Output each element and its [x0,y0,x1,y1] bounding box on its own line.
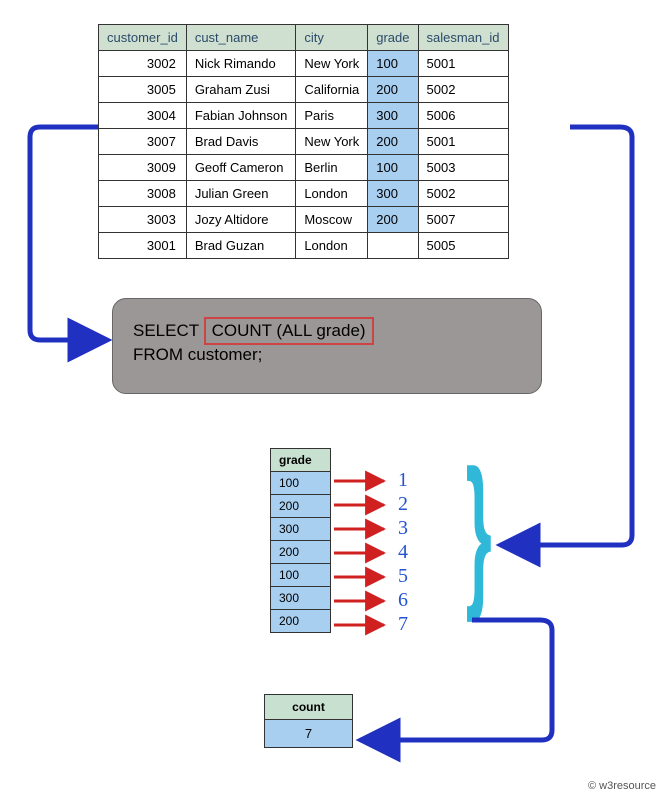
cell-city: London [296,181,368,207]
cell-id: 3004 [99,103,187,129]
cell-name: Graham Zusi [186,77,296,103]
grade-cell: 300 [271,587,331,610]
cell-city: Paris [296,103,368,129]
grade-cell: 300 [271,518,331,541]
cell-sid: 5002 [418,77,508,103]
table-row: 3009Geoff CameronBerlin1005003 [99,155,509,181]
cell-sid: 5005 [418,233,508,259]
col-city: city [296,25,368,51]
cell-name: Nick Rimando [186,51,296,77]
table-row: 3002Nick RimandoNew York1005001 [99,51,509,77]
cell-grade: 100 [368,51,418,77]
cell-city: London [296,233,368,259]
cell-id: 3005 [99,77,187,103]
cell-grade: 200 [368,129,418,155]
cell-id: 3007 [99,129,187,155]
table-row: 3003Jozy AltidoreMoscow2005007 [99,207,509,233]
brace-icon: } [466,433,492,626]
cell-name: Geoff Cameron [186,155,296,181]
cell-id: 3002 [99,51,187,77]
cell-id: 3008 [99,181,187,207]
col-customer-id: customer_id [99,25,187,51]
cell-name: Brad Davis [186,129,296,155]
table-row: 3004Fabian JohnsonParis3005006 [99,103,509,129]
table-row: 3007Brad DavisNew York2005001 [99,129,509,155]
cell-id: 3001 [99,233,187,259]
cell-grade: 300 [368,103,418,129]
cell-sid: 5006 [418,103,508,129]
cell-city: Moscow [296,207,368,233]
cell-sid: 5001 [418,129,508,155]
table-row: 3005Graham ZusiCalifornia2005002 [99,77,509,103]
count-number: 3 [398,517,408,540]
cell-sid: 5002 [418,181,508,207]
grade-header: grade [271,449,331,472]
grade-column-table: grade 100200300200100300200 [270,448,331,633]
cell-grade [368,233,418,259]
grade-cell: 200 [271,541,331,564]
cell-sid: 5007 [418,207,508,233]
count-number: 1 [398,469,408,492]
cell-grade: 100 [368,155,418,181]
count-number: 4 [398,541,408,564]
cell-city: California [296,77,368,103]
count-value: 7 [265,720,353,748]
cell-name: Julian Green [186,181,296,207]
cell-grade: 300 [368,181,418,207]
count-number: 2 [398,493,408,516]
grade-cell: 100 [271,564,331,587]
cell-city: Berlin [296,155,368,181]
cell-id: 3003 [99,207,187,233]
count-number: 7 [398,613,408,636]
count-number: 5 [398,565,408,588]
count-result-table: count 7 [264,694,353,748]
cell-name: Fabian Johnson [186,103,296,129]
grade-cell: 200 [271,610,331,633]
cell-city: New York [296,51,368,77]
cell-id: 3009 [99,155,187,181]
col-grade: grade [368,25,418,51]
sql-query-box: SELECT COUNT (ALL grade) FROM customer; [112,298,542,394]
count-header: count [265,695,353,720]
sql-count-highlight: COUNT (ALL grade) [204,317,374,345]
customer-table: customer_id cust_name city grade salesma… [98,24,509,259]
cell-sid: 5001 [418,51,508,77]
sql-select: SELECT [133,321,204,340]
col-salesman-id: salesman_id [418,25,508,51]
grade-cell: 100 [271,472,331,495]
footer-credit: © w3resource [588,780,656,792]
cell-grade: 200 [368,77,418,103]
cell-name: Brad Guzan [186,233,296,259]
count-number: 6 [398,589,408,612]
cell-grade: 200 [368,207,418,233]
cell-sid: 5003 [418,155,508,181]
cell-city: New York [296,129,368,155]
table-row: 3001Brad GuzanLondon 5005 [99,233,509,259]
table-row: 3008Julian GreenLondon3005002 [99,181,509,207]
grade-cell: 200 [271,495,331,518]
sql-from: FROM customer; [133,345,262,364]
cell-name: Jozy Altidore [186,207,296,233]
col-cust-name: cust_name [186,25,296,51]
